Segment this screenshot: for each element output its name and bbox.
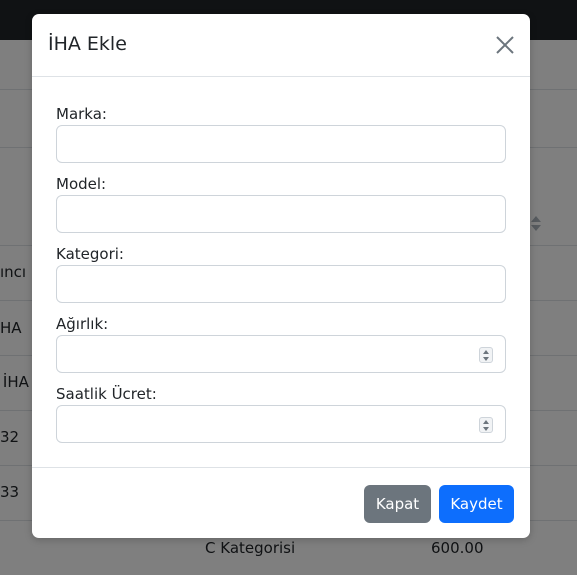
model-label: Model:: [56, 175, 107, 193]
hourly-rate-label: Saatlik Ücret:: [56, 385, 157, 403]
add-uav-modal: İHA Ekle Marka: Model: Kategori: Ağırlık…: [32, 14, 530, 538]
modal-header: İHA Ekle: [32, 14, 530, 77]
weight-input[interactable]: [56, 335, 506, 373]
category-input[interactable]: [56, 265, 506, 303]
close-icon[interactable]: [494, 34, 516, 56]
category-label: Kategori:: [56, 245, 124, 263]
brand-input[interactable]: [56, 125, 506, 163]
weight-label: Ağırlık:: [56, 315, 109, 333]
hourly-rate-input[interactable]: [56, 405, 506, 443]
save-button[interactable]: Kaydet: [439, 485, 514, 523]
modal-title: İHA Ekle: [48, 33, 127, 55]
brand-label: Marka:: [56, 105, 107, 123]
close-button[interactable]: Kapat: [364, 485, 431, 523]
modal-footer: Kapat Kaydet: [32, 467, 530, 538]
model-input[interactable]: [56, 195, 506, 233]
number-spinner-icon[interactable]: [479, 417, 493, 433]
number-spinner-icon[interactable]: [479, 347, 493, 363]
